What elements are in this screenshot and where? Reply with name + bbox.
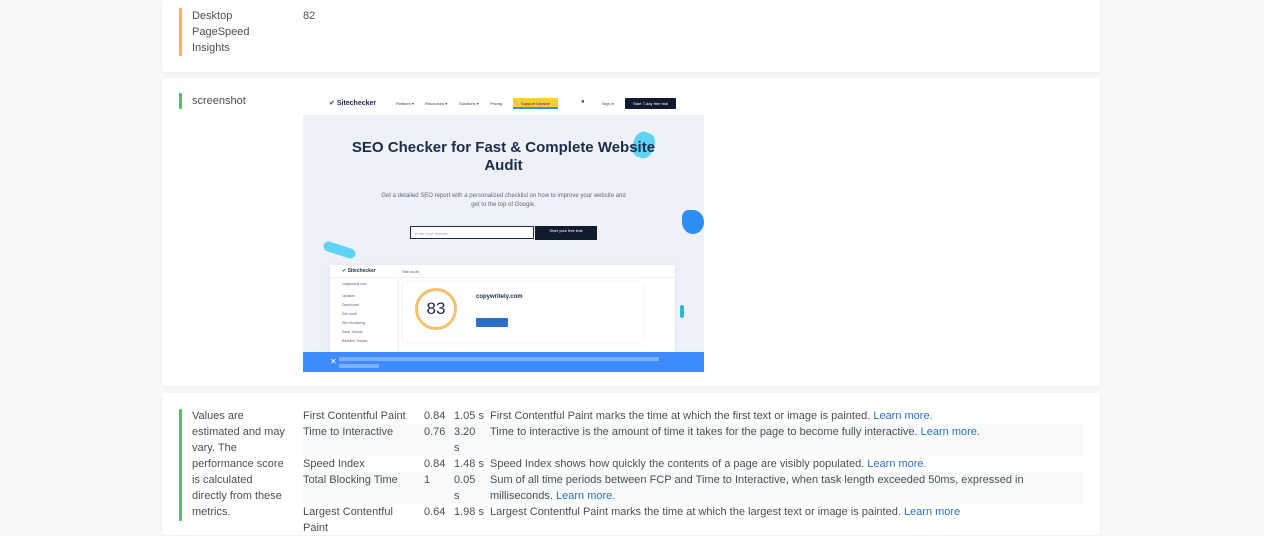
sidebar-item: Rank Tracker <box>342 330 363 334</box>
dashboard-site: copywritely.com <box>476 294 523 300</box>
preview-dashboard: ✔ Sitechecker Site audit copywritely.com… <box>330 265 675 360</box>
table-row: Total Blocking Time 1 0.05 s Sum of all t… <box>303 472 1083 504</box>
metric-score: 1 <box>424 474 431 486</box>
preview-nav-link: Solutions ▾ <box>459 101 479 106</box>
status-bar <box>179 409 182 521</box>
status-bar <box>179 93 182 109</box>
globe-icon: ● <box>581 99 585 105</box>
learn-more-link[interactable]: Learn more. <box>556 490 615 502</box>
decorative-blob <box>680 305 684 318</box>
dashboard-button <box>476 318 508 327</box>
preview-nav-link: Resources ▾ <box>425 101 448 106</box>
metric-name: Time to Interactive <box>303 426 394 438</box>
metrics-card: Values are estimated and may vary. The p… <box>162 393 1100 535</box>
sidebar-item: Site Monitoring <box>342 321 366 325</box>
preview-hero-title: SEO Checker for Fast & Complete Website … <box>351 139 656 174</box>
table-row: Speed Index 0.84 1.48 s Speed Index show… <box>303 456 1083 472</box>
sidebar-item: Site audit <box>342 312 357 316</box>
table-row: First Contentful Paint 0.84 1.05 s First… <box>303 408 1083 424</box>
table-row: Time to Interactive 0.76 3.20 s Time to i… <box>303 424 1083 456</box>
screenshot-card: screenshot ✔ Sitechecker Platform ▾ Reso… <box>162 78 1100 386</box>
metric-name: Largest Contentful Paint <box>303 506 393 534</box>
metric-score: 0.64 <box>424 506 446 518</box>
metric-description: Largest Contentful Paint marks the time … <box>490 506 961 518</box>
website-screenshot[interactable]: ✔ Sitechecker Platform ▾ Resources ▾ Sol… <box>303 95 704 372</box>
metric-value: 0.05 s <box>454 474 476 502</box>
screenshot-label: screenshot <box>192 95 246 107</box>
score-ring: 83 <box>415 288 457 330</box>
metric-description: First Contentful Paint marks the time at… <box>490 410 933 422</box>
metrics-table: First Contentful Paint 0.84 1.05 s First… <box>303 408 1083 536</box>
preview-cta: Start 7-day free trial <box>625 98 676 109</box>
metric-value: 1.05 s <box>454 410 484 422</box>
dashboard-logo: ✔ Sitechecker <box>342 268 376 274</box>
metric-name: Speed Index <box>303 458 365 470</box>
metric-name: Total Blocking Time <box>303 474 398 486</box>
sidebar-item: Updates <box>342 294 356 298</box>
decorative-blob <box>322 240 357 260</box>
dashboard-tab: Site audit <box>402 269 419 274</box>
learn-more-link[interactable]: Learn more. <box>873 410 932 422</box>
metric-score: 0.84 <box>424 410 446 422</box>
metric-value: 1.98 s <box>454 506 484 518</box>
sidebar-item: copywritely.com <box>342 282 367 286</box>
preview-sign-in: Sign in <box>602 101 615 106</box>
preview-nav-pill: Support Ukraine <box>513 98 558 109</box>
table-row: Largest Contentful Paint 0.64 1.98 s Larg… <box>303 504 1083 536</box>
metric-description: Sum of all time periods between FCP and … <box>490 474 1024 502</box>
metric-description: Time to interactive is the amount of tim… <box>490 426 980 438</box>
preview-nav-link: Pricing <box>490 101 503 106</box>
sidebar-item: Backlink Tracker <box>342 339 368 343</box>
metric-name: First Contentful Paint <box>303 410 406 422</box>
metric-value: 3.20 s <box>454 426 476 454</box>
learn-more-link[interactable]: Learn more. <box>921 426 980 438</box>
pagespeed-label: Desktop PageSpeed Insights <box>192 10 250 54</box>
preview-domain-input: Enter your domain <box>410 226 534 239</box>
metric-score: 0.76 <box>424 426 446 438</box>
cookie-text <box>339 355 679 368</box>
dashboard-score-panel: 83 copywritely.com <box>403 282 643 342</box>
preview-nav-link: Platform ▾ <box>396 101 415 106</box>
sidebar-item: Dashboard <box>342 303 360 307</box>
preview-hero-subtitle: Get a detailed SEO report with a persona… <box>381 193 626 208</box>
learn-more-link[interactable]: Learn more. <box>867 458 926 470</box>
metrics-label: Values are estimated and may vary. The p… <box>192 410 285 518</box>
pagespeed-card: Desktop PageSpeed Insights 82 <box>162 0 1100 72</box>
metric-score: 0.84 <box>424 458 446 470</box>
preview-hero-button: Start your free trial <box>535 226 597 240</box>
decorative-blob <box>682 210 704 234</box>
status-bar <box>179 8 182 56</box>
pagespeed-score: 82 <box>303 10 316 22</box>
metric-value: 1.48 s <box>454 458 484 470</box>
dashboard-sidebar: copywritely.com Updates Dashboard Site a… <box>330 277 399 360</box>
preview-nav: ✔ Sitechecker Platform ▾ Resources ▾ Sol… <box>303 95 704 115</box>
learn-more-link[interactable]: Learn more <box>904 506 960 518</box>
close-icon: ✕ <box>330 357 337 366</box>
metric-description: Speed Index shows how quickly the conten… <box>490 458 927 470</box>
cookie-banner: ✕ <box>303 352 704 372</box>
preview-logo: ✔ Sitechecker <box>329 100 377 107</box>
